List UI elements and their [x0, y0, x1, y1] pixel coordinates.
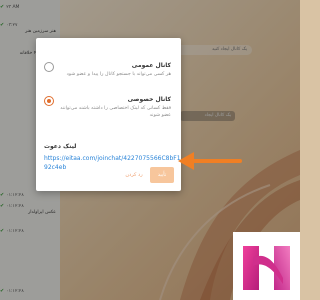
option-description: فقط کسانی که لینک اختصاصی را داشته باشند… [60, 106, 171, 118]
confirm-button[interactable]: تأیید [150, 167, 174, 183]
dialog-actions: رد کردن تأیید [36, 167, 181, 183]
option-title: کانال خصوصی [127, 96, 171, 103]
annotation-arrow-icon [178, 152, 242, 170]
create-channel-dialog: کانال عمومی هر کسی می‌تواند با جستجو کان… [36, 38, 181, 191]
invite-link-label: لینک دعوت [44, 143, 77, 150]
option-public-channel[interactable]: کانال عمومی هر کسی می‌تواند با جستجو کان… [44, 62, 171, 78]
option-title: کانال عمومی [131, 62, 171, 69]
eitaa-logo [233, 232, 300, 300]
option-private-channel[interactable]: کانال خصوصی فقط کسانی که لینک اختصاصی را… [44, 96, 171, 119]
option-description: هر کسی می‌تواند با جستجو کانال را پیدا و… [66, 72, 171, 77]
private-channel-radio[interactable] [44, 96, 54, 106]
cancel-button[interactable]: رد کردن [119, 167, 149, 183]
public-channel-radio[interactable] [44, 62, 54, 72]
